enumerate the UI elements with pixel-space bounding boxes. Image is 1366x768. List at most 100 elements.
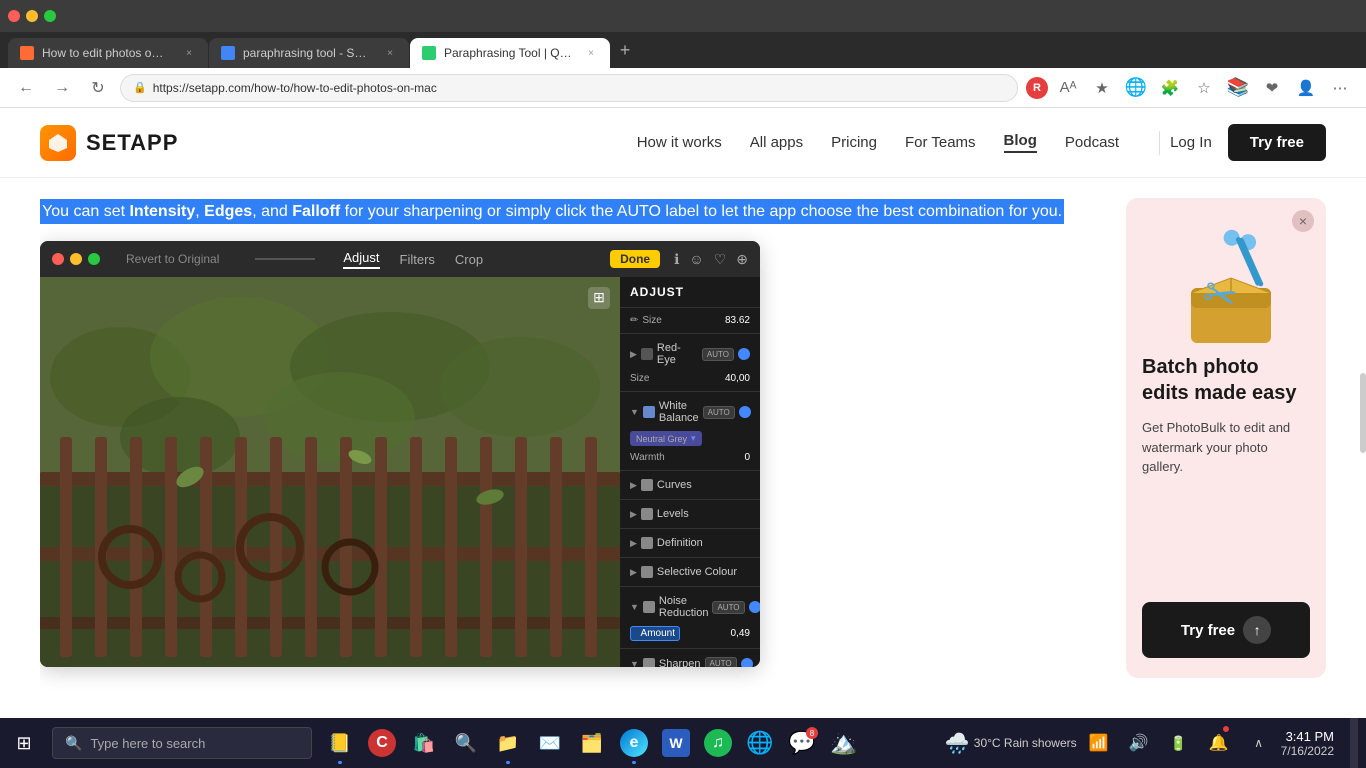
mac-tab-adjust[interactable]: Adjust — [343, 250, 379, 269]
neutral-grey-select[interactable]: Neutral Grey▾ — [630, 431, 702, 446]
ad-sidebar: × — [1126, 198, 1326, 718]
battery-icon[interactable]: 🔋 — [1161, 718, 1197, 768]
login-button[interactable]: Log In — [1170, 134, 1212, 151]
window-maximize-btn[interactable] — [44, 10, 56, 22]
revert-label[interactable]: Revert to Original — [126, 252, 219, 266]
browser-tab-2[interactable]: paraphrasing tool - Search × — [209, 38, 409, 68]
mac-close-btn[interactable] — [52, 253, 64, 265]
taskbar-icon-widgets[interactable]: 🗂️ — [572, 718, 612, 768]
mac-tab-crop[interactable]: Crop — [455, 252, 483, 267]
mac-minimize-btn[interactable] — [70, 253, 82, 265]
mac-icon-3[interactable]: ♡ — [714, 251, 727, 268]
size-row: ✏ Size 83.62 — [620, 312, 760, 329]
browser-icon-1[interactable]: 🌐 — [1122, 74, 1150, 102]
address-bar: ← → ↻ 🔒 https://setapp.com/how-to/how-to… — [0, 68, 1366, 108]
taskbar-icon-cortana[interactable]: C — [362, 718, 402, 768]
wifi-icon[interactable]: 📶 — [1081, 718, 1117, 768]
tab-label-2: paraphrasing tool - Search — [243, 46, 371, 60]
browser-icon-5[interactable]: ❤ — [1258, 74, 1286, 102]
cortana-icon: C — [368, 729, 396, 757]
taskbar-icon-files[interactable]: 📁 — [488, 718, 528, 768]
taskbar-right: 🌧️ 30°C Rain showers 📶 🔊 🔋 🔔 ∧ 3:41 PM 7… — [945, 718, 1366, 768]
article-paragraph: You can set Intensity, Edges, and Fallof… — [40, 198, 1096, 225]
browser-icon-6[interactable]: 👤 — [1292, 74, 1320, 102]
start-button[interactable]: ⊞ — [0, 718, 48, 768]
spotify-icon: ♫ — [704, 729, 732, 757]
setapp-navbar: SETAPP How it works All apps Pricing For… — [0, 108, 1366, 178]
window-close-btn[interactable] — [8, 10, 20, 22]
read-mode-icon[interactable]: Aᴬ — [1054, 74, 1082, 102]
taskbar-search-icon: 🔍 — [65, 735, 82, 752]
taskbar-icon-photos[interactable]: 🏔️ — [824, 718, 864, 768]
mac-icon-2[interactable]: ☺ — [689, 251, 703, 267]
tab-close-2[interactable]: × — [383, 46, 397, 60]
sharpen-title: ▼ Sharpen AUTO — [620, 653, 760, 667]
browser-icon-3[interactable]: ☆ — [1190, 74, 1218, 102]
taskbar-search-box[interactable]: 🔍 Type here to search — [52, 727, 312, 759]
nav-all-apps[interactable]: All apps — [750, 134, 803, 151]
mac-maximize-btn[interactable] — [88, 253, 100, 265]
volume-icon[interactable]: 🔊 — [1121, 718, 1157, 768]
selective-colour-title: ▶ Selective Colour — [620, 562, 760, 582]
section-white-balance: ▼ White Balance AUTO Neutral Grey▾ — [620, 391, 760, 470]
tray-clock[interactable]: 3:41 PM 7/16/2022 — [1281, 729, 1342, 758]
nav-pricing[interactable]: Pricing — [831, 134, 877, 151]
chevron-icon[interactable]: ∧ — [1241, 718, 1277, 768]
weather-area[interactable]: 🌧️ 30°C Rain showers — [945, 731, 1077, 756]
taskbar-icon-word[interactable]: W — [656, 718, 696, 768]
forward-button[interactable]: → — [48, 74, 76, 102]
extensions-icon[interactable]: R — [1026, 77, 1048, 99]
nav-podcast[interactable]: Podcast — [1065, 134, 1119, 151]
divider — [255, 258, 315, 260]
taskbar-icon-spotify[interactable]: ♫ — [698, 718, 738, 768]
taskbar-icon-edge[interactable]: e — [614, 718, 654, 768]
svg-text:⊞: ⊞ — [593, 289, 605, 305]
taskbar-search-text: Type here to search — [90, 736, 205, 751]
window-minimize-btn[interactable] — [26, 10, 38, 22]
amount-label-input[interactable]: Amount — [630, 626, 680, 641]
taskbar-icon-sticky[interactable]: 📒 — [320, 718, 360, 768]
browser-icon-2[interactable]: 🧩 — [1156, 74, 1184, 102]
favorites-icon[interactable]: ★ — [1088, 74, 1116, 102]
scrollbar-indicator[interactable] — [1360, 373, 1366, 453]
falloff-label: Falloff — [292, 203, 340, 220]
tab-close-1[interactable]: × — [182, 46, 196, 60]
reload-button[interactable]: ↻ — [84, 74, 112, 102]
browser-menu-button[interactable]: ⋯ — [1326, 74, 1354, 102]
show-desktop-button[interactable] — [1350, 718, 1358, 768]
page-content: SETAPP How it works All apps Pricing For… — [0, 108, 1366, 718]
taskbar-icon-store[interactable]: 🛍️ — [404, 718, 444, 768]
browser-icon-4[interactable]: 📚 — [1224, 74, 1252, 102]
new-tab-button[interactable]: + — [611, 36, 639, 64]
ad-try-free-button[interactable]: Try free ↑ — [1142, 602, 1310, 658]
try-free-button[interactable]: Try free — [1228, 124, 1326, 161]
messenger-icon: 💬 8 — [788, 729, 816, 757]
notification-icon[interactable]: 🔔 — [1201, 718, 1237, 768]
section-sharpen: ▼ Sharpen AUTO Intensity 0,15 — [620, 648, 760, 667]
nav-how-it-works[interactable]: How it works — [637, 134, 722, 151]
nav-for-teams[interactable]: For Teams — [905, 134, 976, 151]
url-input[interactable]: 🔒 https://setapp.com/how-to/how-to-edit-… — [120, 74, 1018, 102]
setapp-logo[interactable]: SETAPP — [40, 125, 178, 161]
tab-favicon-3 — [422, 46, 436, 60]
taskbar-icon-mail[interactable]: ✉️ — [530, 718, 570, 768]
taskbar-icon-messenger[interactable]: 💬 8 — [782, 718, 822, 768]
warmth-row: Warmth 0 — [620, 449, 760, 466]
mac-icon-1[interactable]: ℹ — [674, 251, 679, 268]
ad-try-free-label: Try free — [1181, 622, 1235, 639]
taskbar-app-icons: 📒 C 🛍️ 🔍 📁 ✉️ 🗂️ e W ♫ — [316, 718, 868, 768]
mac-icon-4[interactable]: ⊕ — [736, 251, 748, 268]
back-button[interactable]: ← — [12, 74, 40, 102]
ad-illustration: ✂ — [1166, 218, 1286, 338]
tab-close-3[interactable]: × — [584, 46, 598, 60]
mac-titlebar: Revert to Original Adjust Filters Crop D… — [40, 241, 760, 277]
taskbar-icon-search[interactable]: 🔍 — [446, 718, 486, 768]
browser-tab-3[interactable]: Paraphrasing Tool | QuillBot AI × — [410, 38, 610, 68]
mac-done-btn[interactable]: Done — [610, 250, 660, 268]
mac-tab-filters[interactable]: Filters — [400, 252, 435, 267]
nav-blog[interactable]: Blog — [1004, 132, 1037, 153]
browser-tab-1[interactable]: How to edit photos on Mac 202... × — [8, 38, 208, 68]
mac-app-tabs: Revert to Original Adjust Filters Crop — [126, 250, 483, 269]
taskbar-icon-chrome[interactable]: 🌐 — [740, 718, 780, 768]
red-eye-title: ▶ Red-Eye AUTO — [620, 338, 760, 370]
